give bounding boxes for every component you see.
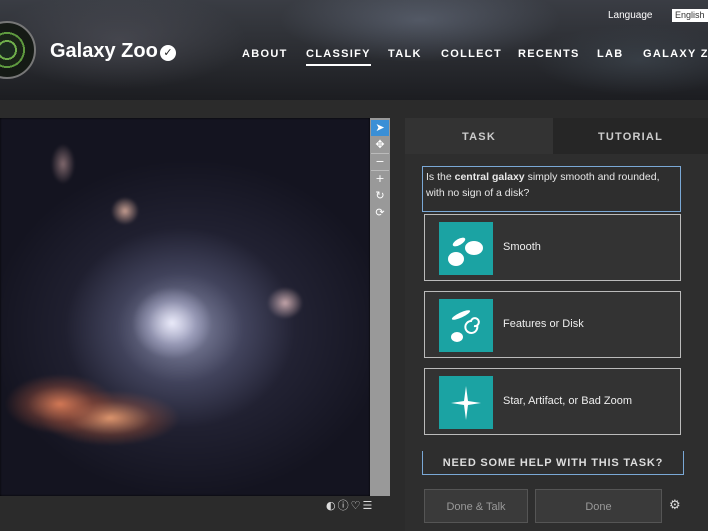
galaxy-image[interactable] [0,118,370,496]
answer-label: Star, Artifact, or Bad Zoom [503,395,632,407]
info-icon[interactable]: ⓘ [338,499,351,512]
nav-galaxy-zoo[interactable]: GALAXY ZOO [643,48,708,60]
collections-icon[interactable]: ☰ [362,499,374,512]
task-question: Is the central galaxy simply smooth and … [422,166,681,212]
done-and-talk-button[interactable]: Done & Talk [424,489,528,523]
tab-task[interactable]: TASK [405,118,553,154]
language-select[interactable]: English [672,9,708,22]
answer-smooth[interactable]: Smooth [424,214,681,281]
verified-badge-icon: ✓ [160,45,176,61]
nav-collect[interactable]: COLLECT [441,48,502,60]
pan-icon[interactable]: ✥ [371,137,389,154]
question-emphasis: central galaxy [454,171,525,183]
nav-lab[interactable]: LAB [597,48,624,60]
task-panel: TASK TUTORIAL Is the central galaxy simp… [405,118,708,531]
subject-meta-bar: ◐ⓘ♡☰ [326,497,374,513]
language-label: Language [608,10,653,21]
star-artifact-icon [439,376,493,429]
done-button[interactable]: Done [535,489,662,523]
smooth-galaxy-icon [439,222,493,275]
reset-icon[interactable]: ⟳ [371,205,389,221]
answer-star-artifact[interactable]: Star, Artifact, or Bad Zoom [424,368,681,435]
zoom-out-icon[interactable]: − [371,154,389,171]
subject-viewer[interactable] [0,118,370,496]
answer-label: Smooth [503,241,541,253]
rotate-icon[interactable]: ↻ [371,188,389,204]
subject-toolbar: ➤ ✥ − + ↻ ⟳ [370,118,390,496]
zoom-in-icon[interactable]: + [371,171,389,187]
nav-classify[interactable]: CLASSIFY [306,48,371,66]
answer-label: Features or Disk [503,318,584,330]
pointer-icon[interactable]: ➤ [371,120,389,136]
heart-icon[interactable]: ♡ [351,499,363,512]
project-title[interactable]: Galaxy Zoo [50,40,158,63]
task-help-button[interactable]: NEED SOME HELP WITH THIS TASK? [422,451,684,475]
gear-icon[interactable]: ⚙ [669,498,681,513]
question-text: Is the [426,171,455,183]
nav-about[interactable]: ABOUT [242,48,288,60]
tab-tutorial[interactable]: TUTORIAL [553,118,708,154]
answer-features-disk[interactable]: Features or Disk [424,291,681,358]
galaxy-zoo-logo-icon[interactable] [0,21,36,79]
nav-talk[interactable]: TALK [388,48,422,60]
site-header: Galaxy Zoo ✓ Language English ABOUT CLAS… [0,0,708,100]
features-disk-icon [439,299,493,352]
nav-recents[interactable]: RECENTS [518,48,580,60]
invert-icon[interactable]: ◐ [326,499,338,512]
